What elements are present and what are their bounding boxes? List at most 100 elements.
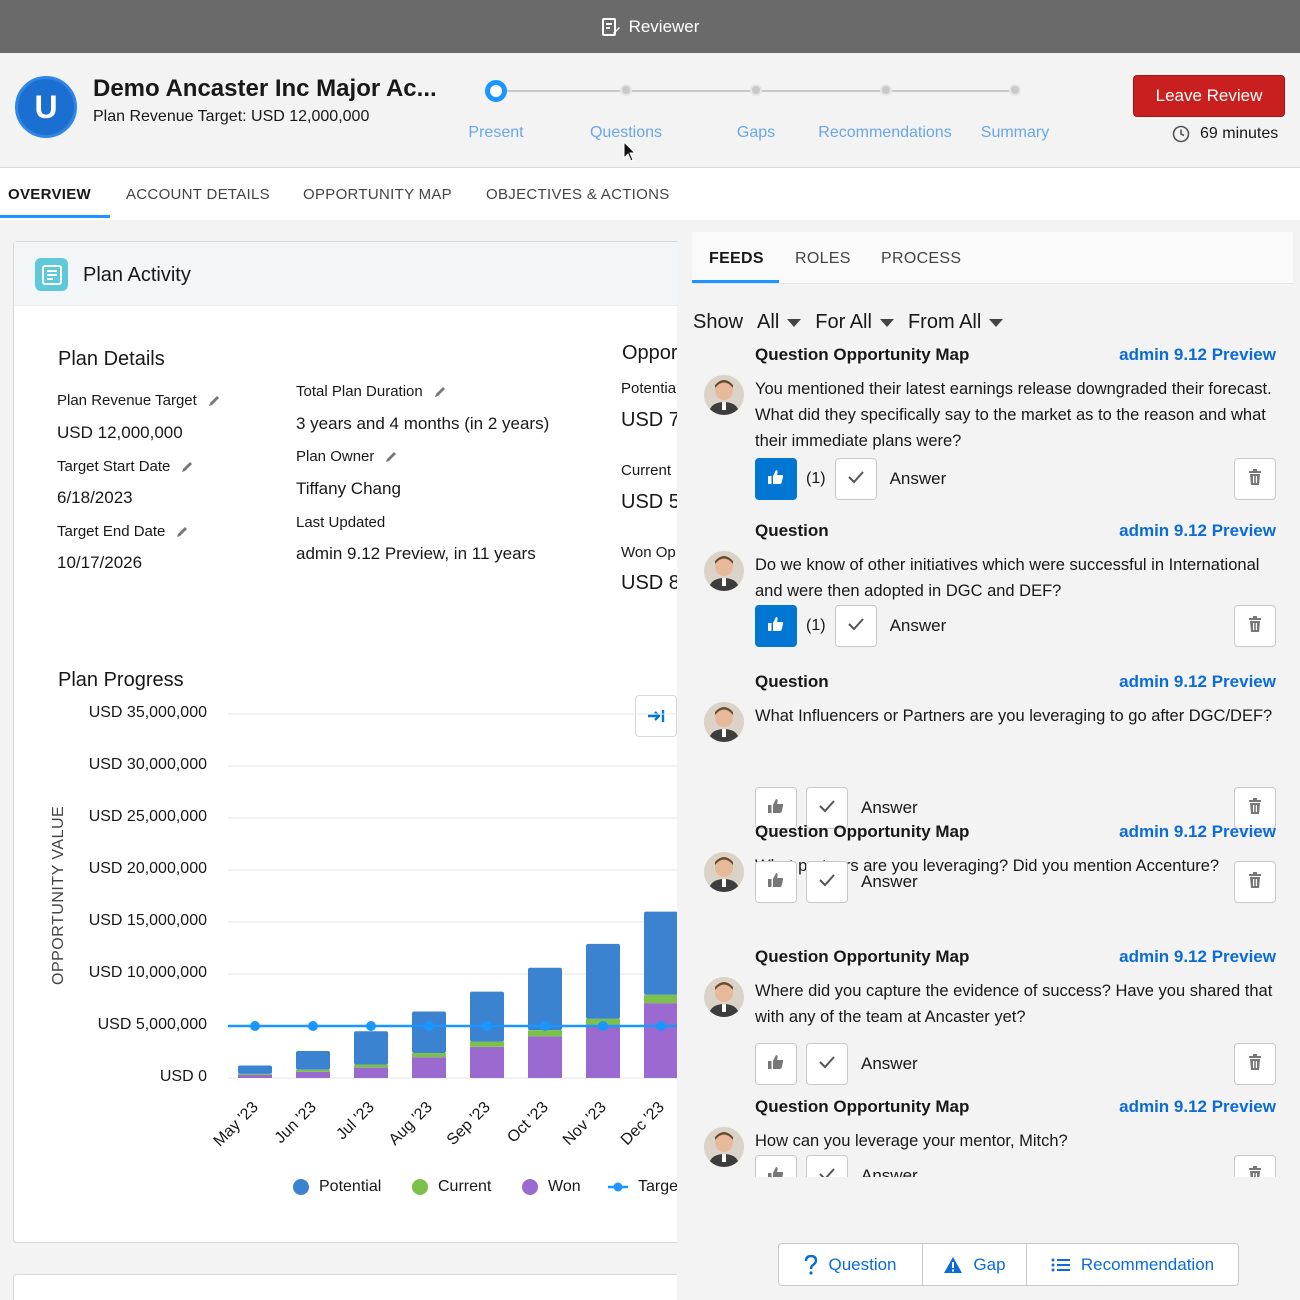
edit-pencil-icon[interactable]	[207, 394, 221, 408]
answer-check-button[interactable]	[806, 1155, 848, 1177]
legend-potential-label: Potential	[319, 1178, 382, 1195]
answer-label[interactable]: Answer	[890, 616, 947, 636]
target-point	[540, 1021, 550, 1031]
window-title-bar: Reviewer	[0, 0, 1300, 53]
owner-label-text: Plan Owner	[296, 448, 375, 465]
delete-button[interactable]	[1234, 861, 1276, 903]
answer-label[interactable]: Answer	[861, 798, 918, 818]
add-gap-button[interactable]: Gap	[923, 1244, 1027, 1285]
account-title: Demo Ancaster Inc Major Ac...	[93, 75, 437, 102]
feed-filters: Show All For All From All	[693, 311, 1004, 334]
edit-pencil-icon[interactable]	[175, 525, 189, 539]
like-button[interactable]	[755, 458, 797, 500]
feed-item-actions: Answer	[755, 1155, 918, 1177]
for-filter-dropdown[interactable]: For All	[815, 311, 894, 334]
tab-opportunity-map[interactable]: OPPORTUNITY MAP	[303, 186, 452, 203]
trash-icon	[1248, 1053, 1262, 1075]
legend-won[interactable]: Won	[522, 1178, 581, 1196]
delete-button[interactable]	[1234, 1155, 1276, 1177]
show-filter-dropdown[interactable]: All	[757, 311, 802, 334]
target-point	[308, 1021, 318, 1031]
legend-current[interactable]: Current	[412, 1178, 491, 1196]
chevron-down-icon	[787, 318, 802, 327]
edit-pencil-icon[interactable]	[384, 450, 398, 464]
feed-item-author-link[interactable]: admin 9.12 Preview	[1119, 521, 1276, 541]
feed-item-author-link[interactable]: admin 9.12 Preview	[1119, 345, 1276, 365]
step-dot-questions[interactable]	[620, 84, 632, 96]
timer-text: 69 minutes	[1200, 125, 1279, 142]
answer-label[interactable]: Answer	[861, 1166, 918, 1177]
clock-icon	[1172, 125, 1190, 143]
tab-roles[interactable]: ROLES	[795, 250, 851, 268]
delete-button[interactable]	[1234, 1043, 1276, 1085]
review-timer: 69 minutes	[1172, 125, 1278, 143]
legend-potential[interactable]: Potential	[293, 1178, 381, 1196]
add-question-button[interactable]: Question	[779, 1244, 923, 1285]
legend-target-swatch	[608, 1182, 628, 1192]
step-dot-summary[interactable]	[1009, 84, 1021, 96]
current-value: USD 5	[621, 491, 680, 513]
feed-item: Question admin 9.12 Preview What Influence…	[690, 672, 1300, 832]
duration-label-text: Total Plan Duration	[296, 383, 423, 400]
avatar	[704, 375, 744, 415]
step-dot-present[interactable]	[485, 80, 507, 102]
chart-title: Plan Progress	[58, 669, 184, 691]
feed-item-type: Question	[755, 672, 829, 691]
tab-overview[interactable]: OVERVIEW	[8, 186, 91, 203]
tab-account-details[interactable]: ACCOUNT DETAILS	[126, 186, 270, 203]
delete-button[interactable]	[1234, 458, 1276, 500]
feed-tab-indicator	[692, 280, 779, 283]
check-icon	[818, 799, 836, 818]
step-dot-gaps[interactable]	[750, 84, 762, 96]
feed-item-author-link[interactable]: admin 9.12 Preview	[1119, 822, 1276, 842]
like-button[interactable]	[755, 1155, 797, 1177]
feed-item-text: Where did you capture the evidence of su…	[755, 982, 1273, 1026]
feed-item: Question admin 9.12 Preview Do we know of …	[690, 521, 1300, 681]
leave-review-button[interactable]: Leave Review	[1133, 75, 1285, 117]
show-filter-value: All	[757, 311, 780, 333]
legend-target[interactable]: Targe	[608, 1178, 678, 1196]
from-filter-dropdown[interactable]: From All	[907, 311, 1004, 334]
edit-pencil-icon[interactable]	[433, 385, 447, 399]
x-tick-label: Nov '23	[560, 1099, 610, 1149]
step-label-present[interactable]: Present	[468, 124, 523, 142]
updated-value: admin 9.12 Preview, in 11 years	[296, 544, 536, 563]
tab-feeds[interactable]: FEEDS	[709, 250, 764, 268]
feed-item: Question Opportunity Map admin 9.12 Previ…	[690, 345, 1300, 505]
like-button[interactable]	[755, 861, 797, 903]
step-label-recommendations[interactable]: Recommendations	[818, 124, 951, 142]
from-filter-value: From All	[907, 311, 982, 333]
tab-objectives-actions[interactable]: OBJECTIVES & ACTIONS	[486, 186, 670, 203]
bar-won	[528, 1036, 562, 1078]
answer-label[interactable]: Answer	[861, 1054, 918, 1074]
legend-won-swatch	[522, 1179, 538, 1195]
tab-process[interactable]: PROCESS	[881, 250, 961, 268]
duration-label: Total Plan Duration	[296, 383, 447, 400]
revenue-target-subtitle: Plan Revenue Target: USD 12,000,000	[93, 108, 370, 125]
like-button[interactable]	[755, 605, 797, 647]
feed-item-author-link[interactable]: admin 9.12 Preview	[1119, 1097, 1276, 1117]
answer-check-button[interactable]	[834, 605, 877, 647]
target-point	[598, 1021, 608, 1031]
start-date-label-text: Target Start Date	[57, 458, 171, 475]
question-mark-icon	[805, 1254, 818, 1275]
feed-item-type: Question Opportunity Map	[755, 822, 970, 841]
step-label-gaps[interactable]: Gaps	[737, 124, 775, 142]
edit-pencil-icon[interactable]	[180, 460, 194, 474]
like-button[interactable]	[755, 1043, 797, 1085]
step-label-summary[interactable]: Summary	[981, 124, 1049, 142]
step-label-questions[interactable]: Questions	[590, 124, 662, 142]
answer-check-button[interactable]	[806, 1043, 848, 1085]
feed-item-author-link[interactable]: admin 9.12 Preview	[1119, 947, 1276, 967]
answer-check-button[interactable]	[834, 458, 877, 500]
add-recommendation-button[interactable]: Recommendation	[1027, 1244, 1238, 1285]
start-date-value: 6/18/2023	[57, 488, 133, 507]
bar-won	[238, 1074, 272, 1078]
delete-button[interactable]	[1234, 605, 1276, 647]
owner-label: Plan Owner	[296, 448, 398, 465]
step-dot-recommendations[interactable]	[880, 84, 892, 96]
answer-check-button[interactable]	[806, 861, 848, 903]
feed-item-author-link[interactable]: admin 9.12 Preview	[1119, 672, 1276, 692]
answer-label[interactable]: Answer	[890, 469, 947, 489]
answer-label[interactable]: Answer	[861, 872, 918, 892]
